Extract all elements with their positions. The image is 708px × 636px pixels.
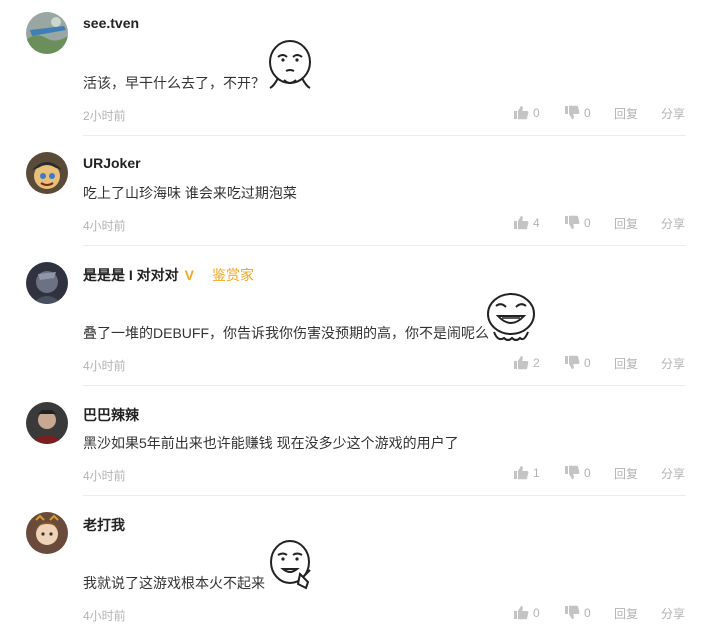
share-label: 分享 [661, 107, 686, 121]
avatar[interactable] [26, 402, 68, 444]
share-button[interactable]: 分享 [661, 215, 685, 232]
laughing-meme-face-icon [484, 290, 538, 349]
like-button[interactable]: 0 [513, 105, 540, 120]
dislike-count: 0 [584, 105, 591, 120]
comment-text: 黑沙如果5年前出来也许能赚钱 现在没多少这个游戏的用户了 [83, 435, 459, 451]
comment-actions: 1 0 回复 分享 [0, 465, 708, 483]
comment-actions: 0 0 回复 分享 [0, 605, 708, 623]
thumbs-down-icon [565, 105, 580, 119]
thumbs-down-icon [565, 605, 580, 619]
thumbs-up-icon [514, 216, 529, 230]
like-button[interactable]: 0 [513, 605, 540, 620]
reply-button[interactable]: 回复 [614, 215, 638, 232]
dislike-count: 0 [584, 465, 591, 480]
like-count: 4 [533, 215, 540, 230]
like-button[interactable]: 1 [513, 465, 540, 480]
username[interactable]: 老打我 [83, 515, 125, 535]
share-button[interactable]: 分享 [661, 465, 685, 482]
reply-button[interactable]: 回复 [614, 105, 638, 122]
reply-button[interactable]: 回复 [614, 355, 638, 372]
username-text: 老打我 [83, 517, 125, 533]
like-count: 0 [533, 605, 540, 620]
divider [83, 245, 686, 246]
comment-actions: 4 0 回复 分享 [0, 215, 708, 233]
comment-text: 我就说了这游戏根本火不起来 [83, 575, 265, 591]
dislike-count: 0 [584, 605, 591, 620]
thumbs-down-icon [565, 215, 580, 229]
share-label: 分享 [661, 357, 686, 371]
divider [83, 495, 686, 496]
like-count: 0 [533, 105, 540, 120]
thinking-meme-face-icon [266, 40, 314, 97]
thumbs-up-icon [514, 606, 529, 620]
comment-actions: 2 0 回复 分享 [0, 355, 708, 373]
share-label: 分享 [661, 217, 686, 231]
avatar[interactable] [26, 512, 68, 554]
reply-label: 回复 [614, 107, 639, 121]
divider [83, 135, 686, 136]
dislike-count: 0 [584, 215, 591, 230]
like-count: 1 [533, 465, 540, 480]
share-button[interactable]: 分享 [661, 605, 685, 622]
like-count: 2 [533, 355, 540, 370]
thumbs-down-icon [565, 355, 580, 369]
reply-label: 回复 [614, 607, 639, 621]
pointing-meme-face-icon [266, 540, 314, 597]
username-text: URJoker [83, 155, 141, 171]
divider [83, 385, 686, 386]
verified-badge: V [184, 267, 195, 283]
dislike-button[interactable]: 0 [564, 215, 591, 230]
username[interactable]: see.tven [83, 15, 139, 31]
reply-button[interactable]: 回复 [614, 605, 638, 622]
reply-label: 回复 [614, 217, 639, 231]
thumbs-up-icon [514, 106, 529, 120]
dislike-button[interactable]: 0 [564, 355, 591, 370]
share-button[interactable]: 分享 [661, 355, 685, 372]
thumbs-up-icon [514, 466, 529, 480]
dislike-button[interactable]: 0 [564, 105, 591, 120]
username[interactable]: URJoker [83, 155, 141, 171]
share-label: 分享 [661, 467, 686, 481]
thumbs-up-icon [514, 356, 529, 370]
comment-text: 活该，早干什么去了，不开？ [83, 75, 265, 91]
username[interactable]: 是是是 I 对对对 V 鉴赏家 [83, 265, 254, 285]
username[interactable]: 巴巴辣辣 [83, 405, 139, 425]
username-text: see.tven [83, 15, 140, 31]
thumbs-down-icon [565, 465, 580, 479]
like-button[interactable]: 2 [513, 355, 540, 370]
dislike-button[interactable]: 0 [564, 465, 591, 480]
dislike-button[interactable]: 0 [564, 605, 591, 620]
avatar[interactable] [26, 12, 68, 54]
username-text: 巴巴辣辣 [83, 407, 139, 423]
comment-text: 叠了一堆的DEBUFF，你告诉我你伤害没预期的高，你不是闹呢么 [83, 325, 489, 341]
username-text: 是是是 I 对对对 [83, 267, 179, 283]
share-label: 分享 [661, 607, 686, 621]
reply-label: 回复 [614, 467, 639, 481]
connoisseur-badge: 鉴赏家 [212, 267, 255, 283]
avatar[interactable] [26, 262, 68, 304]
like-button[interactable]: 4 [513, 215, 540, 230]
dislike-count: 0 [584, 355, 591, 370]
avatar[interactable] [26, 152, 68, 194]
comment-text: 吃上了山珍海味 谁会来吃过期泡菜 [83, 185, 297, 201]
reply-label: 回复 [614, 357, 639, 371]
reply-button[interactable]: 回复 [614, 465, 638, 482]
comment-actions: 0 0 回复 分享 [0, 105, 708, 123]
share-button[interactable]: 分享 [661, 105, 685, 122]
